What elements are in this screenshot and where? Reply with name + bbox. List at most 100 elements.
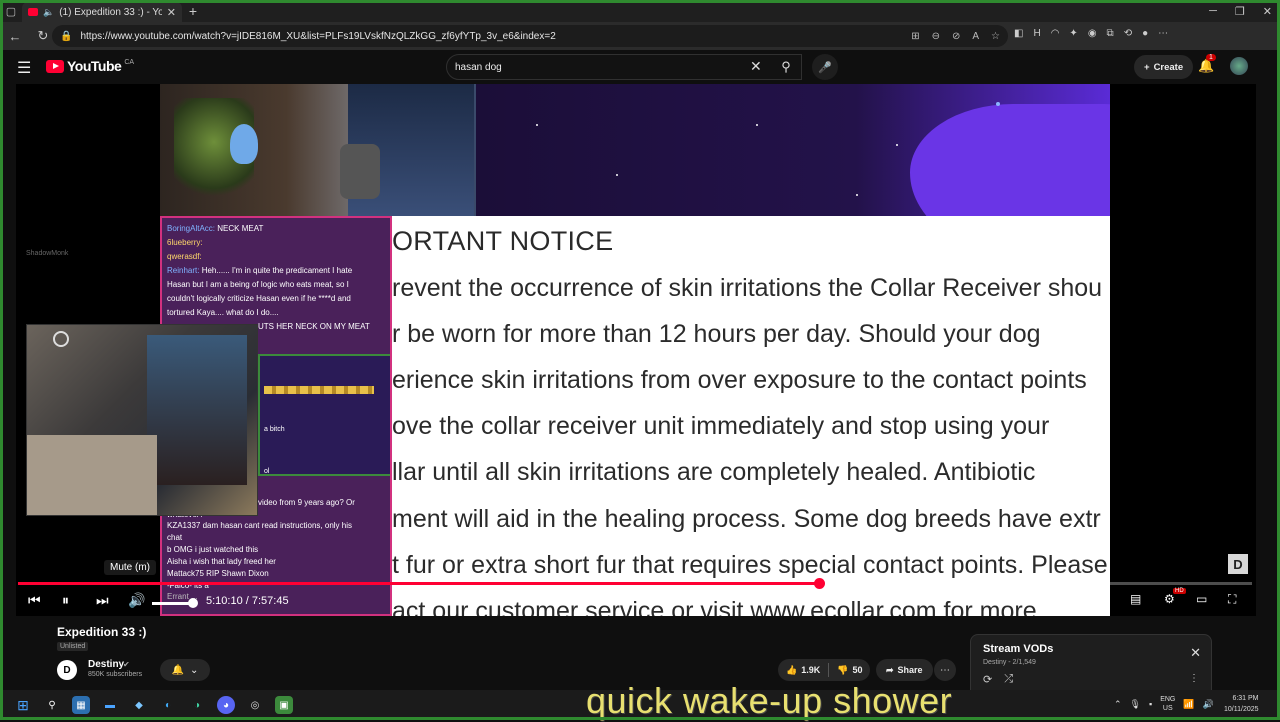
share-button[interactable]: ➦ Share [876, 659, 933, 681]
pause-icon[interactable]: ⏸ [62, 592, 69, 609]
extension-arc-icon[interactable]: ◠ [1051, 28, 1060, 39]
tab-close-icon[interactable]: ✕ [167, 6, 176, 19]
wifi-icon[interactable]: 📶 [1183, 699, 1194, 710]
notice-line: ment will aid in the healing process. So… [392, 505, 1101, 533]
youtube-logo[interactable]: YouTube CA [46, 58, 134, 74]
discord-icon[interactable]: ◕ [217, 696, 235, 714]
theater-mode-icon[interactable]: ▭ [1196, 592, 1207, 606]
zoom-icon[interactable]: ⊖ [932, 31, 940, 42]
edge-dev-icon[interactable]: ◑ [188, 696, 206, 714]
like-button[interactable]: 👍 1.9K [778, 665, 828, 676]
tracking-icon[interactable]: ⊘ [952, 31, 960, 42]
shuffle-icon[interactable]: ⤮ [1004, 673, 1013, 686]
browser-menu-icon[interactable]: ⋯ [1158, 28, 1168, 39]
split-screen-icon[interactable]: ◧ [1014, 28, 1023, 39]
task-view-icon[interactable]: ▦ [72, 696, 90, 714]
like-dislike-group: 👍 1.9K 👎 50 [778, 659, 871, 681]
app-available-icon[interactable]: ⊞ [911, 31, 919, 42]
extensions-icon[interactable]: ⧉ [1107, 28, 1114, 39]
subtitles-icon[interactable]: ▤ [1130, 592, 1141, 606]
extension-puzzle-icon[interactable]: ✦ [1069, 28, 1077, 39]
new-tab-button[interactable]: + [182, 3, 204, 19]
share-label: Share [897, 665, 923, 675]
microphone-icon[interactable]: 🎤 [812, 54, 838, 80]
create-button[interactable]: + Create [1134, 55, 1194, 79]
read-aloud-icon[interactable]: A [972, 31, 979, 42]
nvidia-icon[interactable]: ▪ [1149, 699, 1152, 709]
obs-icon[interactable]: ◎ [246, 696, 264, 714]
chat-message: Aisha i wish that lady freed her [167, 557, 276, 566]
window-menu-icon[interactable]: ▢ [0, 0, 22, 22]
notification-toggle-button[interactable]: 🔔 ⌄ [160, 659, 210, 681]
history-icon[interactable]: ⟲ [1124, 28, 1132, 39]
search-input[interactable]: hasan dog [446, 54, 802, 80]
notifications-bell-icon[interactable]: 🔔 1 [1198, 54, 1216, 74]
windows-start-icon[interactable]: ⊞ [14, 696, 32, 714]
edge-icon[interactable]: ◐ [159, 696, 177, 714]
previous-icon[interactable]: ⏮ [28, 592, 41, 609]
channel-name[interactable]: Destiny [88, 659, 124, 670]
favorite-star-icon[interactable]: ☆ [991, 31, 1000, 42]
lang-code: ENG [1160, 696, 1176, 703]
profile-icon[interactable]: ● [1142, 28, 1148, 39]
browser-tab[interactable]: 🔈 (1) Expedition 33 :) - YouTube ✕ [22, 2, 182, 22]
chat-text: Hasan but I am a being of logic who eats… [167, 280, 349, 289]
lock-icon[interactable]: 🔒 [60, 31, 72, 42]
notice-document: ORTANT NOTICE revent the occurrence of s… [392, 216, 1110, 616]
extension-h-icon[interactable]: H [1033, 28, 1040, 39]
notice-line: t fur or extra short fur that requires s… [392, 551, 1108, 579]
webcam-shelf [147, 335, 247, 485]
volume-slider[interactable] [152, 602, 192, 605]
video-player[interactable]: ORTANT NOTICE revent the occurrence of s… [16, 84, 1256, 616]
back-icon[interactable]: ← [6, 29, 24, 44]
mute-tooltip: Mute (m) [104, 560, 156, 575]
mic-tray-icon[interactable]: 🎙 [1130, 699, 1141, 710]
chair-image [340, 144, 380, 199]
loop-icon[interactable]: ⟳ [983, 673, 992, 686]
taskbar-clock[interactable]: 6:31 PM 10/11/2025 [1224, 693, 1259, 715]
lang-region: US [1162, 705, 1173, 712]
volume-tray-icon[interactable]: 🔊 [1203, 699, 1214, 710]
restore-icon[interactable]: ❐ [1235, 5, 1245, 18]
minimize-icon[interactable]: ─ [1209, 5, 1217, 17]
channel-avatar[interactable]: D [57, 660, 77, 680]
refresh-icon[interactable]: ↻ [34, 28, 52, 44]
app-icon[interactable]: ◆ [130, 696, 148, 714]
playlist-menu-icon[interactable]: ⋮ [1189, 673, 1199, 684]
chat-text: ol [264, 468, 270, 475]
search-taskbar-icon[interactable]: ⚲ [43, 696, 61, 714]
channel-watermark-icon[interactable]: D [1228, 554, 1248, 574]
fullscreen-icon[interactable]: ⛶ [1228, 592, 1236, 607]
progress-bar[interactable] [18, 578, 1252, 589]
youtube-masthead: ☰ YouTube CA hasan dog ✕ ⚲ 🎤 + Create 🔔 … [0, 50, 1280, 84]
star [856, 194, 858, 196]
speaker-icon[interactable]: 🔈 [43, 7, 54, 18]
extension-copilot-icon[interactable]: ◉ [1088, 28, 1097, 39]
clear-search-icon[interactable]: ✕ [750, 58, 762, 75]
url-field[interactable]: 🔒 https://www.youtube.com/watch?v=jIDE81… [52, 25, 1008, 47]
purple-blob [910, 104, 1110, 216]
playlist-title[interactable]: Stream VODs [983, 643, 1053, 655]
chat-message: Reinhart: Heh...... I'm in quite the pre… [162, 264, 390, 278]
settings-gear-icon[interactable]: ⚙ HD [1164, 588, 1186, 606]
account-avatar[interactable] [1230, 57, 1248, 75]
playlist-controls: ⟳ ⤮ [983, 673, 1013, 686]
share-arrow-icon: ➦ [886, 664, 894, 675]
store-icon[interactable]: ▬ [101, 696, 119, 714]
volume-knob[interactable] [188, 598, 198, 608]
hamburger-menu-icon[interactable]: ☰ [17, 58, 31, 78]
system-tray: ⌃ 🎙 ▪ ENG US 📶 🔊 [1114, 695, 1214, 713]
chat-message: qwerasdf: [162, 250, 390, 264]
language-indicator[interactable]: ENG US [1160, 695, 1175, 713]
dislike-button[interactable]: 👎 50 [829, 665, 870, 676]
search-icon[interactable]: ⚲ [770, 54, 802, 80]
terminal-icon[interactable]: ▣ [275, 696, 293, 714]
tray-overflow-icon[interactable]: ⌃ [1114, 699, 1122, 710]
playlist-subtitle: Destiny - 2/1,549 [983, 659, 1036, 666]
playlist-close-icon[interactable]: ✕ [1190, 645, 1201, 661]
verified-icon: ✔ [123, 660, 130, 669]
more-actions-icon[interactable]: ⋯ [934, 659, 956, 681]
volume-icon[interactable]: 🔊 [128, 592, 145, 609]
close-window-icon[interactable]: ✕ [1263, 5, 1272, 18]
next-icon[interactable]: ⏭ [96, 592, 109, 609]
